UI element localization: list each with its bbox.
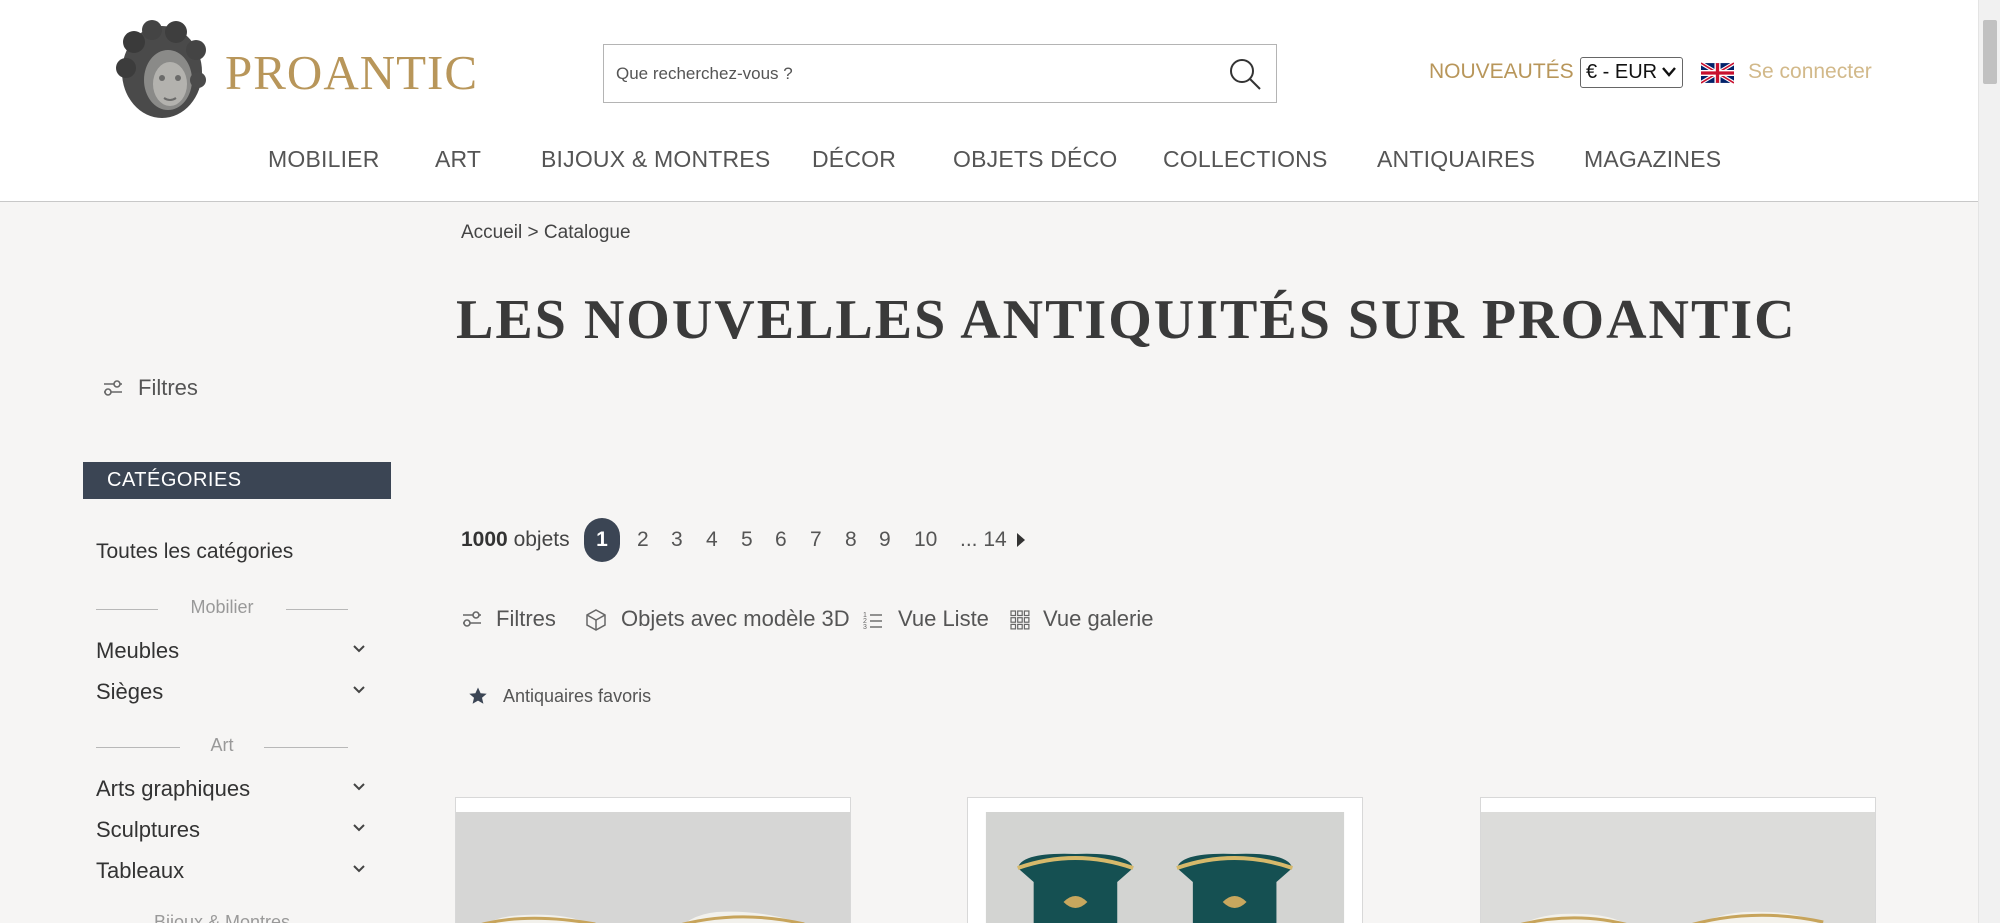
nav-item-art[interactable]: ART — [435, 146, 481, 173]
sidebar-item-sculptures[interactable]: Sculptures — [96, 817, 366, 845]
uk-flag-icon[interactable] — [1701, 60, 1734, 86]
chevron-down-icon — [353, 824, 365, 832]
toolbar-list-view-button[interactable]: 1 2 3 Vue Liste — [863, 606, 989, 634]
product-card[interactable] — [455, 797, 851, 923]
section-divider-mobilier: Mobilier — [96, 597, 348, 621]
section-title: Art — [210, 735, 234, 755]
cube-3d-icon — [586, 609, 606, 631]
toolbar-filters-button[interactable]: Filtres — [461, 606, 581, 634]
sidebar-item-label: Arts graphiques — [96, 776, 251, 801]
product-image[interactable] — [968, 812, 1362, 923]
sidebar-item-meubles[interactable]: Meubles — [96, 638, 366, 666]
nav-item-bijoux-montres[interactable]: BIJOUX & MONTRES — [541, 146, 770, 173]
breadcrumb[interactable]: Accueil > Catalogue — [461, 222, 631, 244]
pagination-page[interactable]: 2 — [637, 528, 649, 552]
gallery-grid-icon — [1010, 610, 1030, 630]
sidebar-item-label: Sculptures — [96, 817, 200, 842]
nav-item-collections[interactable]: COLLECTIONS — [1163, 146, 1328, 173]
favorite-dealers-toggle[interactable]: Antiquaires favoris — [468, 686, 688, 708]
list-view-icon: 1 2 3 — [863, 612, 882, 630]
nav-item-objets-deco[interactable]: OBJETS DÉCO — [953, 146, 1118, 173]
nav-item-mobilier[interactable]: MOBILIER — [268, 146, 380, 173]
sidebar-item-label: Sièges — [96, 679, 164, 704]
product-image[interactable] — [1481, 812, 1875, 923]
search-icon[interactable] — [1228, 57, 1262, 91]
categories-header: CATÉGORIES — [83, 462, 391, 499]
filter-sliders-icon — [104, 380, 122, 396]
nav-item-antiquaires[interactable]: ANTIQUAIRES — [1377, 146, 1535, 173]
chevron-down-icon — [1662, 67, 1676, 77]
pagination-page[interactable]: 5 — [741, 528, 753, 552]
filter-sliders-icon — [463, 611, 481, 627]
product-card[interactable] — [1480, 797, 1876, 923]
page-scrollbar[interactable] — [1978, 0, 2000, 923]
section-title: Bijoux & Montres — [153, 912, 291, 923]
logo-head-icon[interactable] — [112, 20, 208, 122]
pagination-page[interactable]: 6 — [775, 528, 787, 552]
section-title: Mobilier — [190, 597, 254, 617]
toolbar-gallery-view-button[interactable]: Vue galerie — [1010, 606, 1160, 634]
toolbar-3d-models-label: Objets avec modèle 3D — [621, 606, 850, 631]
pagination-page[interactable]: 3 — [671, 528, 683, 552]
brand-logo-text[interactable]: PROANTIC — [225, 44, 478, 101]
svg-text:3: 3 — [863, 624, 867, 630]
toolbar-filters-label: Filtres — [496, 606, 556, 631]
results-count-label: objets — [513, 528, 570, 551]
pagination-page[interactable]: 9 — [879, 528, 891, 552]
new-arrivals-link[interactable]: NOUVEAUTÉS — [1429, 60, 1574, 84]
search-input[interactable] — [616, 59, 1196, 89]
toolbar-gallery-view-label: Vue galerie — [1043, 606, 1154, 631]
sidebar-item-arts-graphiques[interactable]: Arts graphiques — [96, 776, 366, 804]
pagination-page[interactable]: 8 — [845, 528, 857, 552]
pagination-next-icon[interactable] — [1016, 532, 1026, 548]
pagination-page-last[interactable]: ... 14 — [960, 528, 1007, 552]
search-box — [603, 44, 1277, 103]
pagination-page[interactable]: 7 — [810, 528, 822, 552]
sidebar-item-label: Tableaux — [96, 858, 185, 883]
section-divider-art: Art — [96, 735, 348, 759]
results-count: 1000 objets — [461, 528, 570, 552]
pagination-page[interactable]: 10 — [914, 528, 937, 552]
main-nav: MOBILIER ART BIJOUX & MONTRES DÉCOR OBJE… — [0, 146, 1978, 182]
login-link[interactable]: Se connecter — [1748, 60, 1872, 84]
sidebar-item-tableaux[interactable]: Tableaux — [96, 858, 366, 886]
currency-select[interactable]: € - EUR — [1580, 57, 1683, 88]
pagination-page-current[interactable]: 1 — [584, 518, 620, 562]
star-icon — [469, 687, 487, 704]
favorite-dealers-label: Antiquaires favoris — [503, 686, 652, 706]
all-categories-link[interactable]: Toutes les catégories — [96, 540, 293, 564]
chevron-down-icon — [353, 686, 365, 694]
nav-item-magazines[interactable]: MAGAZINES — [1584, 146, 1721, 173]
chevron-down-icon — [353, 865, 365, 873]
sidebar-filters-label: Filtres — [138, 375, 198, 400]
sidebar-item-label: Meubles — [96, 638, 180, 663]
page-title: LES NOUVELLES ANTIQUITÉS SUR PROANTIC — [456, 289, 1797, 351]
product-image[interactable] — [456, 812, 850, 923]
section-divider-bijoux-montres: Bijoux & Montres — [96, 912, 348, 923]
sidebar-item-sieges[interactable]: Sièges — [96, 679, 366, 707]
results-count-number: 1000 — [461, 528, 508, 551]
scrollbar-thumb[interactable] — [1983, 20, 1997, 84]
currency-value: € - EUR — [1586, 61, 1658, 83]
toolbar-3d-models-button[interactable]: Objets avec modèle 3D — [584, 606, 850, 634]
chevron-down-icon — [353, 783, 365, 791]
product-card[interactable] — [967, 797, 1363, 923]
pagination-page[interactable]: 4 — [706, 528, 718, 552]
chevron-down-icon — [353, 645, 365, 653]
site-header: PROANTIC NOUVEAUTÉS € - EUR Se connecter… — [0, 0, 1978, 202]
toolbar-list-view-label: Vue Liste — [898, 606, 989, 631]
nav-item-decor[interactable]: DÉCOR — [812, 146, 896, 173]
